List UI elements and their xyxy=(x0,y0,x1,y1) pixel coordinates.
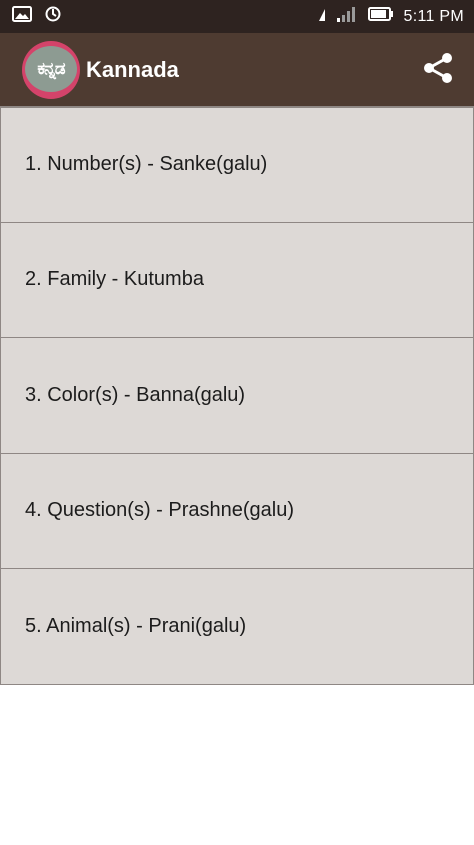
share-icon xyxy=(420,50,456,91)
app-logo-inner: ಕನ್ನಡ xyxy=(25,46,77,92)
list-item-animals[interactable]: 5. Animal(s) - Prani(galu) xyxy=(0,568,474,685)
share-button[interactable] xyxy=(418,50,458,90)
category-list: 1. Number(s) - Sanke(galu) 2. Family - K… xyxy=(0,106,474,685)
status-right-icons: 5:11 PM xyxy=(318,0,465,33)
signal-icon xyxy=(336,5,358,28)
status-bar: 5:11 PM xyxy=(0,0,474,33)
list-item-questions[interactable]: 4. Question(s) - Prashne(galu) xyxy=(0,452,474,569)
app-logo: ಕನ್ನಡ xyxy=(22,41,80,99)
list-item-colors[interactable]: 3. Color(s) - Banna(galu) xyxy=(0,337,474,454)
gallery-icon xyxy=(12,6,32,27)
list-item-label: 1. Number(s) - Sanke(galu) xyxy=(25,153,268,176)
empty-content-area xyxy=(0,687,474,845)
status-time: 5:11 PM xyxy=(403,7,464,25)
list-item-label: 3. Color(s) - Banna(galu) xyxy=(25,383,246,406)
battery-icon xyxy=(367,6,394,27)
list-item-label: 4. Question(s) - Prashne(galu) xyxy=(25,499,295,522)
list-item-label: 5. Animal(s) - Prani(galu) xyxy=(25,614,247,637)
list-item-label: 2. Family - Kutumba xyxy=(25,268,204,291)
status-left-icons xyxy=(12,0,62,33)
list-item-numbers[interactable]: 1. Number(s) - Sanke(galu) xyxy=(0,106,474,223)
wifi-icon xyxy=(318,6,326,27)
app-title: Kannada xyxy=(86,57,179,82)
app-logo-text: ಕನ್ನಡ xyxy=(37,59,65,79)
list-item-family[interactable]: 2. Family - Kutumba xyxy=(0,221,474,338)
app-bar: ಕನ್ನಡ Kannada xyxy=(0,33,474,106)
sync-icon xyxy=(44,5,62,28)
